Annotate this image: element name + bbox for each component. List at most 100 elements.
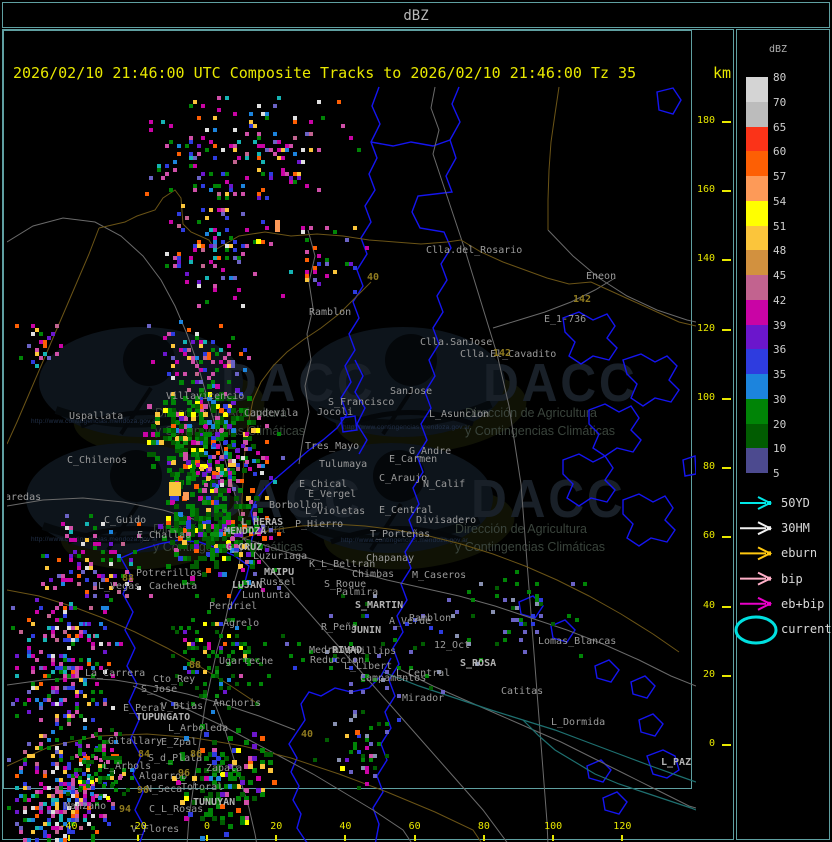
echo-pixel [217, 196, 221, 200]
map-label: L_Dormida [551, 717, 606, 728]
echo-pixel [89, 562, 93, 566]
dbz-scale-label: 48 [773, 244, 787, 258]
echo-pixel [119, 642, 123, 646]
echo-pixel [77, 566, 81, 570]
echo-pixel [273, 104, 277, 108]
echo-pixel [193, 188, 197, 192]
echo-pixel [293, 152, 297, 156]
echo-pixel [165, 264, 169, 268]
echo-pixel [43, 638, 47, 642]
echo-pixel [184, 796, 189, 801]
echo-pixel [98, 768, 102, 772]
echo-pixel [165, 252, 169, 256]
echo-pixel [15, 698, 19, 702]
echo-pixel [19, 830, 23, 834]
echo-pixel [211, 408, 216, 413]
echo-pixel [66, 792, 70, 796]
echo-cell [169, 482, 181, 496]
echo-pixel [213, 156, 217, 160]
echo-pixel [195, 372, 199, 376]
echo-pixel [177, 152, 181, 156]
map-label: Cacheuta [149, 581, 198, 592]
echo-pixel [59, 794, 63, 798]
route-number-label: 86 [190, 749, 203, 760]
echo-pixel [107, 662, 111, 666]
route-number-label: 88 [189, 660, 202, 671]
echo-pixel [241, 568, 245, 572]
echo-pixel [253, 572, 257, 576]
echo-pixel [231, 408, 236, 413]
echo-pixel [357, 148, 361, 152]
map-label: C_Chilenos [67, 455, 128, 466]
echo-pixel [67, 766, 71, 770]
echo-pixel [301, 230, 305, 234]
echo-pixel [213, 128, 217, 132]
echo-pixel [216, 451, 220, 455]
echo-pixel [205, 232, 209, 236]
echo-pixel [31, 686, 35, 690]
echo-pixel [187, 356, 191, 360]
echo-pixel [69, 606, 73, 610]
echo-pixel [211, 372, 215, 376]
echo-pixel [293, 136, 297, 140]
echo-pixel [281, 148, 285, 152]
map-label: La_Carrera [85, 668, 146, 679]
map-area[interactable]: DACCDirección de Agricultura y Contingen… [7, 86, 696, 842]
echo-pixel [248, 764, 253, 769]
echo-pixel [43, 344, 47, 348]
echo-pixel [122, 772, 126, 776]
map-label: L_Violetas [305, 506, 366, 517]
echo-pixel [99, 690, 103, 694]
echo-pixel [151, 424, 156, 429]
map-label: E_Vergel [308, 489, 357, 500]
echo-cell [256, 239, 261, 244]
echo-pixel [237, 156, 241, 160]
echo-pixel [71, 642, 75, 646]
bottom-axis-tick-label: -40 [59, 821, 78, 832]
echo-pixel [63, 782, 67, 786]
boundary-line [242, 523, 680, 653]
echo-pixel [329, 666, 333, 670]
echo-pixel [95, 634, 99, 638]
echo-pixel [269, 242, 273, 246]
echo-pixel [175, 372, 179, 376]
echo-pixel [75, 670, 79, 674]
echo-pixel [337, 100, 341, 104]
echo-pixel [212, 740, 217, 745]
echo-pixel [118, 756, 122, 760]
echo-pixel [227, 352, 231, 356]
echo-pixel [413, 646, 417, 650]
echo-pixel [159, 440, 164, 445]
echo-pixel [169, 188, 173, 192]
right-axis-tick-label: 60 [702, 530, 715, 542]
echo-pixel [83, 790, 87, 794]
echo-pixel [201, 184, 205, 188]
echo-pixel [91, 838, 95, 842]
echo-pixel [247, 356, 251, 360]
echo-pixel [187, 328, 191, 332]
echo-pixel [233, 248, 237, 252]
right-axis-tick-label: 40 [702, 599, 715, 611]
echo-pixel [203, 694, 207, 698]
echo-pixel [451, 614, 455, 618]
echo-pixel [239, 674, 243, 678]
echo-pixel [535, 582, 539, 586]
echo-pixel [223, 690, 227, 694]
echo-pixel [173, 256, 177, 260]
echo-pixel [195, 630, 199, 634]
echo-pixel [245, 176, 249, 180]
echo-pixel [55, 830, 59, 834]
echo-pixel [231, 674, 235, 678]
map-label: C_Guido [104, 515, 147, 526]
echo-pixel [23, 838, 27, 842]
echo-pixel [171, 364, 175, 368]
map-label: Anchoris [213, 698, 262, 709]
map-label: Ramblon [309, 307, 352, 318]
echo-pixel [373, 754, 377, 758]
echo-pixel [349, 750, 353, 754]
echo-pixel [246, 504, 251, 509]
echo-pixel [325, 738, 329, 742]
echo-pixel [133, 550, 137, 554]
echo-pixel [229, 236, 233, 240]
echo-pixel [101, 550, 105, 554]
